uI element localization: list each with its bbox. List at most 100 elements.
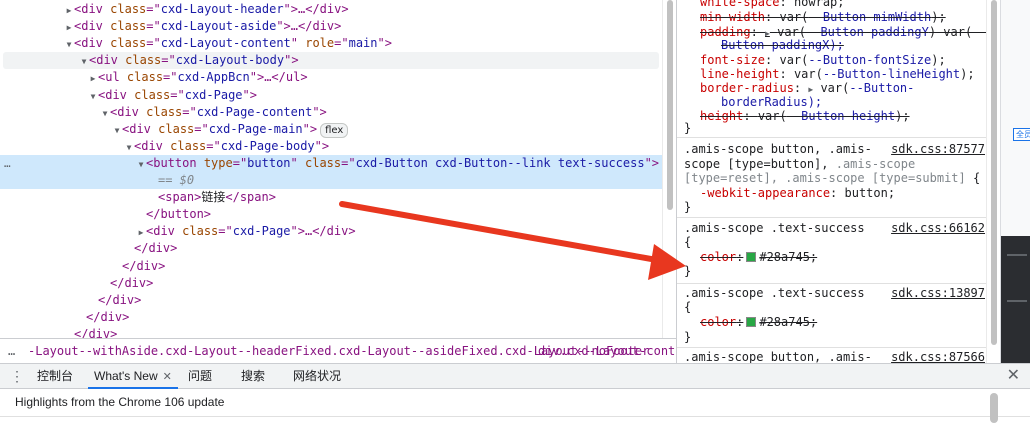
tag-name[interactable]: <button (146, 156, 197, 170)
dom-node-text[interactable]: </button> (146, 207, 211, 221)
styles-scroll-thumb[interactable] (991, 0, 997, 345)
tag-name[interactable]: <div (122, 122, 151, 136)
expand-triangle-icon[interactable]: ▶ (808, 85, 813, 94)
dom-tree-node[interactable]: ▶ <div class="cxd-Layout-header">…</div> (0, 1, 662, 18)
flex-badge[interactable]: flex (320, 122, 349, 138)
tag-name[interactable]: <div (134, 139, 163, 153)
attr-value[interactable]: main (349, 36, 378, 50)
property-value[interactable]: var( (779, 53, 808, 67)
dom-node-text[interactable]: <div class="cxd-Page-content"> (110, 105, 327, 119)
dom-tree-node[interactable]: <span>链接</span> (0, 189, 662, 206)
dom-node-text[interactable]: <div class="cxd-Layout-aside">…</div> (74, 19, 341, 33)
attr-name[interactable]: class (182, 224, 218, 238)
close-drawer-icon[interactable]: ✕ (1007, 366, 1020, 386)
collapse-triangle-icon[interactable]: ▼ (79, 53, 89, 70)
attr-name[interactable]: class (110, 19, 146, 33)
rule-source-link[interactable]: sdk.css:87577 (891, 141, 985, 157)
tag-name[interactable]: <ul (98, 70, 120, 84)
dom-tree-node[interactable]: </div> (0, 309, 662, 326)
collapse-triangle-icon[interactable]: ▼ (136, 156, 146, 173)
dom-node-text[interactable]: <div class="cxd-Page"> (98, 88, 257, 102)
attr-name[interactable]: class (158, 122, 194, 136)
property-value[interactable]: button; (845, 186, 896, 200)
color-swatch-icon[interactable] (746, 252, 757, 262)
tab-console[interactable]: 控制台 (37, 364, 73, 389)
attr-name[interactable]: class (110, 36, 146, 50)
drawer-scrollbar[interactable] (990, 393, 998, 423)
rule-selector[interactable]: .amis-scope button, .amis- (684, 349, 872, 363)
attr-name[interactable]: class (170, 139, 206, 153)
node-actions-dots[interactable]: … (4, 155, 11, 172)
property-value[interactable]: nowrap; (794, 0, 845, 9)
dom-tree-node[interactable]: ▼ <div class="cxd-Page-main"> flex (0, 121, 662, 138)
expand-triangle-icon[interactable]: ▶ (64, 2, 74, 19)
property-value[interactable]: var( (758, 109, 787, 123)
close-tab-icon[interactable]: ✕ (163, 371, 172, 383)
tag-name[interactable]: <div (98, 88, 127, 102)
dom-tree-node[interactable]: ▼ <div class="cxd-Page"> (0, 87, 662, 104)
style-declaration-overridden[interactable]: height: var(--Button-height); (700, 108, 910, 124)
collapse-triangle-icon[interactable]: ▼ (124, 139, 134, 156)
elements-scroll-thumb[interactable] (667, 0, 673, 210)
dom-tree-node[interactable]: </div> (0, 258, 662, 275)
property-name[interactable]: color (700, 315, 736, 329)
dom-node-text[interactable]: <div class="cxd-Layout-content" role="ma… (74, 36, 392, 50)
dom-node-text[interactable]: </div> (134, 241, 177, 255)
property-value[interactable]: var( (779, 10, 808, 24)
dom-node-text[interactable]: <div class="cxd-Page-main"> flex (122, 122, 349, 138)
dom-node-text[interactable]: </div> (86, 310, 129, 324)
tab-issues[interactable]: 问题 (188, 364, 212, 389)
rule-source-link[interactable]: sdk.css:87566 (891, 349, 985, 363)
attr-name[interactable]: role (305, 36, 334, 50)
property-name[interactable]: color (700, 250, 736, 264)
attr-name[interactable]: class (125, 53, 161, 67)
dom-node-text[interactable]: <span>链接</span> (158, 190, 276, 204)
tab-network-conditions[interactable]: 网络状况 (293, 364, 341, 389)
css-variable[interactable]: --Button-fontSize (808, 53, 931, 67)
dom-node-text[interactable]: <div class="cxd-Layout-header">…</div> (74, 2, 349, 16)
tag-name[interactable]: <div (74, 19, 103, 33)
attr-value[interactable]: cxd-Layout-aside (161, 19, 277, 33)
elements-scrollbar[interactable] (662, 0, 676, 338)
tab-whats-new[interactable]: What's New ✕ (88, 364, 178, 389)
attr-value[interactable]: cxd-Layout-header (161, 2, 284, 16)
attr-value[interactable]: cxd-Button cxd-Button--link text-success (356, 156, 645, 170)
attr-value[interactable]: cxd-AppBcn (178, 70, 250, 84)
elements-panel[interactable]: ▶ <div class="cxd-Layout-header">…</div> ▶… (0, 0, 662, 338)
property-value[interactable]: #28a745; (759, 250, 817, 264)
tag-name[interactable]: <div (110, 105, 139, 119)
dom-node-text[interactable]: == $0 (158, 173, 194, 187)
attr-name[interactable]: class (146, 105, 182, 119)
attr-name[interactable]: class (134, 88, 170, 102)
property-value[interactable]: var( (820, 81, 849, 95)
dom-tree-node[interactable]: </div> (0, 240, 662, 257)
rule-selector[interactable]: .amis-scope .text-success (684, 220, 865, 236)
color-swatch-icon[interactable] (746, 317, 757, 327)
attr-name[interactable]: type (204, 156, 233, 170)
styles-scrollbar[interactable] (986, 0, 1000, 363)
css-variable[interactable]: --Button- (849, 81, 914, 95)
attr-value[interactable]: cxd-Layout-content (161, 36, 291, 50)
collapse-triangle-icon[interactable]: ▼ (64, 36, 74, 53)
attr-value[interactable]: cxd-Layout-body (176, 53, 284, 67)
attr-value[interactable]: cxd-Page-main (209, 122, 303, 136)
property-name[interactable]: -webkit-appearance (700, 186, 830, 200)
attr-name[interactable]: class (305, 156, 341, 170)
tag-name[interactable]: <div (89, 53, 118, 67)
collapse-triangle-icon[interactable]: ▼ (100, 105, 110, 122)
dom-node-text[interactable]: </div> (110, 276, 153, 290)
css-variable[interactable]: borderRadius); (721, 95, 822, 109)
dom-node-text[interactable]: <div class="cxd-Layout-body"> (89, 53, 299, 67)
rule-selector[interactable]: .amis-scope .text-success (684, 285, 865, 301)
dom-node-text[interactable]: </div> (98, 293, 141, 307)
dom-tree-node[interactable]: ▼ <div class="cxd-Page-content"> (0, 104, 662, 121)
dom-node-text[interactable]: <div class="cxd-Page-body"> (134, 139, 329, 153)
rule-selector[interactable]: [type=reset], .amis-scope [type=submit] … (684, 170, 980, 186)
property-name[interactable]: border-radius (700, 81, 794, 95)
rule-source-link[interactable]: sdk.css:66162 (891, 220, 985, 236)
tag-name[interactable]: <span (158, 190, 194, 204)
rule-source-link[interactable]: sdk.css:13897 (891, 285, 985, 301)
style-declaration-overridden[interactable]: color: #28a745; (700, 249, 817, 265)
css-variable[interactable]: --Button-mimWidth (808, 10, 931, 24)
dom-tree-node[interactable]: ▼ <div class="cxd-Layout-body"> (3, 52, 659, 70)
